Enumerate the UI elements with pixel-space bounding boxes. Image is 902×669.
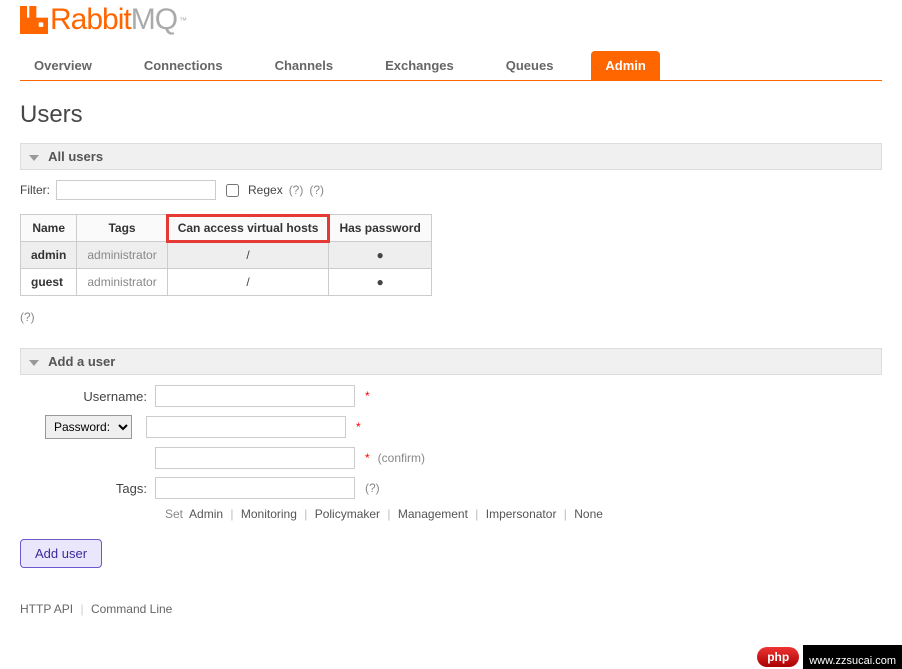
page-title: Users [20, 101, 882, 129]
filter-input[interactable] [56, 180, 216, 200]
th-name[interactable]: Name [21, 215, 77, 242]
tab-overview[interactable]: Overview [20, 51, 106, 80]
th-has-password[interactable]: Has password [329, 215, 431, 242]
footer-links: HTTP API | Command Line [20, 602, 882, 616]
tab-exchanges[interactable]: Exchanges [371, 51, 468, 80]
collapse-icon [29, 155, 39, 161]
help-regex-1[interactable]: (?) [289, 183, 304, 197]
password-input[interactable] [146, 416, 346, 438]
link-command-line[interactable]: Command Line [91, 602, 172, 616]
section-add-user[interactable]: Add a user [20, 348, 882, 375]
watermark: php www.zzsucai.com [757, 645, 902, 669]
help-icon: (?) [20, 310, 35, 324]
help-regex-2[interactable]: (?) [309, 183, 324, 197]
help-table[interactable]: (?) [20, 310, 882, 324]
preset-management[interactable]: Management [398, 507, 468, 521]
cell-vhosts: / [167, 269, 329, 296]
cell-name: guest [21, 269, 77, 296]
section-all-users-label: All users [48, 149, 103, 164]
cell-name: admin [21, 242, 77, 269]
main-nav: Overview Connections Channels Exchanges … [20, 51, 882, 81]
preset-monitoring[interactable]: Monitoring [241, 507, 297, 521]
regex-checkbox[interactable] [226, 184, 239, 197]
tags-help[interactable]: (?) [365, 481, 380, 495]
tags-label: Tags: [20, 481, 155, 496]
add-user-button[interactable]: Add user [20, 539, 102, 568]
section-add-user-label: Add a user [48, 354, 115, 369]
tab-channels[interactable]: Channels [261, 51, 348, 80]
password-confirm-input[interactable] [155, 447, 355, 469]
cell-tags: administrator [77, 269, 167, 296]
cell-vhosts: / [167, 242, 329, 269]
set-prefix: Set [165, 507, 183, 521]
rabbitmq-icon [20, 6, 48, 34]
table-row[interactable]: guest administrator / ● [21, 269, 432, 296]
collapse-icon [29, 360, 39, 366]
th-tags[interactable]: Tags [77, 215, 167, 242]
logo: RabbitMQ™ [20, 0, 882, 45]
tab-admin[interactable]: Admin [591, 51, 659, 80]
required-star: * [356, 420, 361, 434]
brand-tm: ™ [179, 16, 187, 25]
users-table: Name Tags Can access virtual hosts Has p… [20, 214, 432, 296]
filter-label: Filter: [20, 183, 50, 197]
tab-queues[interactable]: Queues [492, 51, 568, 80]
preset-admin[interactable]: Admin [189, 507, 223, 521]
cell-has-pw: ● [329, 269, 431, 296]
section-all-users[interactable]: All users [20, 143, 882, 170]
tags-input[interactable] [155, 477, 355, 499]
preset-none[interactable]: None [574, 507, 603, 521]
filter-row: Filter: Regex (?) (?) [20, 170, 882, 210]
confirm-label: (confirm) [378, 451, 425, 465]
watermark-url: www.zzsucai.com [803, 645, 902, 669]
th-vhosts[interactable]: Can access virtual hosts [167, 215, 329, 242]
tag-presets: Set Admin | Monitoring | Policymaker | M… [165, 507, 882, 521]
tab-connections[interactable]: Connections [130, 51, 237, 80]
brand-mq: MQ [131, 3, 177, 37]
username-label: Username: [20, 389, 155, 404]
required-star: * [365, 451, 370, 465]
password-type-select[interactable]: Password: [45, 415, 132, 439]
table-row[interactable]: admin administrator / ● [21, 242, 432, 269]
cell-has-pw: ● [329, 242, 431, 269]
preset-impersonator[interactable]: Impersonator [486, 507, 557, 521]
link-http-api[interactable]: HTTP API [20, 602, 73, 616]
cell-tags: administrator [77, 242, 167, 269]
brand-rabbit: Rabbit [50, 3, 131, 37]
add-user-form: Username: * Password: * * (confirm) Tags… [20, 375, 882, 578]
preset-policymaker[interactable]: Policymaker [315, 507, 380, 521]
watermark-badge: php [757, 647, 799, 667]
regex-label: Regex [248, 183, 283, 197]
required-star: * [365, 389, 370, 403]
username-input[interactable] [155, 385, 355, 407]
